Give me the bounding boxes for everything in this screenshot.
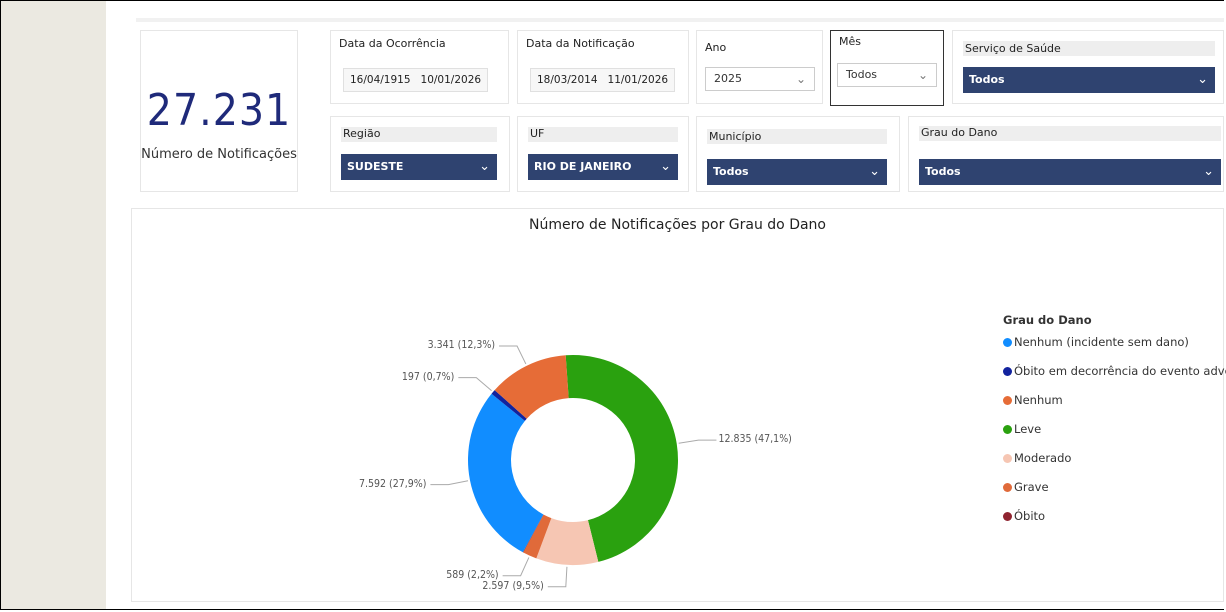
- legend-item[interactable]: Óbito: [1003, 509, 1045, 523]
- filter-title: Município: [709, 130, 762, 143]
- dropdown-value: Todos: [846, 68, 878, 81]
- data-label-2: 589 (2,2%): [446, 568, 499, 581]
- header-bar: [528, 127, 678, 142]
- legend-item[interactable]: Leve: [1003, 422, 1041, 436]
- filter-data-ocorrencia: Data da Ocorrência 16/04/1915 10/01/2026: [330, 30, 509, 104]
- dropdown-value: 2025: [714, 72, 742, 85]
- legend-title: Grau do Dano: [1003, 313, 1092, 327]
- report-canvas: 27.231 Número de Notificações Data da Oc…: [106, 1, 1226, 609]
- mes-dropdown[interactable]: Todos ⌄: [837, 63, 937, 87]
- start-date[interactable]: 18/03/2014: [537, 69, 598, 91]
- legend-dot-icon: [1003, 395, 1012, 405]
- grau-dropdown[interactable]: Todos ⌄: [919, 159, 1221, 185]
- legend-dot-icon: [1003, 366, 1012, 376]
- filter-title: Grau do Dano: [921, 126, 998, 139]
- municipio-dropdown[interactable]: Todos ⌄: [707, 159, 887, 185]
- legend-dot-icon: [1003, 453, 1012, 463]
- filter-ano: Ano 2025 ⌄: [696, 30, 823, 104]
- end-date[interactable]: 10/01/2026: [421, 69, 482, 91]
- regiao-dropdown[interactable]: SUDESTE ⌄: [341, 154, 497, 180]
- filter-title: Serviço de Saúde: [965, 42, 1061, 55]
- chevron-down-icon: ⌄: [795, 72, 806, 86]
- leader-line-0: [678, 439, 717, 444]
- legend-item[interactable]: Óbito em decorrência do evento adverso: [1003, 364, 1226, 378]
- dropdown-value: Todos: [925, 165, 961, 178]
- legend-item[interactable]: Moderado: [1003, 451, 1071, 465]
- filter-grau: Grau do Dano Todos ⌄: [908, 116, 1224, 192]
- chevron-down-icon: ⌄: [869, 164, 880, 179]
- leader-line-6: [499, 345, 527, 365]
- legend-label: Óbito: [1014, 509, 1046, 523]
- filter-title: Região: [343, 127, 381, 140]
- filter-mes: Mês Todos ⌄: [830, 30, 944, 106]
- filter-title: Mês: [839, 35, 861, 48]
- data-label-5: 197 (0,7%): [401, 370, 455, 383]
- chart-card: Número de Notificações por Grau do Dano …: [131, 208, 1226, 602]
- kpi-value: 27.231: [146, 85, 292, 136]
- data-label-4: 7.592 (27,9%): [359, 477, 427, 490]
- legend-dot-icon: [1003, 482, 1012, 492]
- legend-dot-icon: [1003, 424, 1012, 434]
- legend-label: Moderado: [1014, 451, 1072, 465]
- leader-line-5: [458, 377, 492, 392]
- leader-line-1: [547, 566, 568, 588]
- legend-dot-icon: [1003, 511, 1012, 521]
- chevron-down-icon: ⌄: [1197, 72, 1208, 87]
- leader-line-2: [502, 557, 530, 577]
- ano-dropdown[interactable]: 2025 ⌄: [705, 67, 815, 91]
- data-label-0: 12.835 (47,1%): [718, 433, 792, 446]
- dropdown-value: RIO DE JANEIRO: [534, 160, 632, 173]
- legend-label: Óbito em decorrência do evento adverso: [1014, 364, 1226, 378]
- chevron-down-icon: ⌄: [660, 159, 671, 174]
- legend-label: Leve: [1014, 422, 1042, 436]
- date-range-input[interactable]: 16/04/1915 10/01/2026: [343, 68, 489, 92]
- legend-item[interactable]: Nenhum (incidente sem dano): [1003, 335, 1189, 349]
- date-range-input[interactable]: 18/03/2014 11/01/2026: [530, 68, 676, 92]
- left-panel: [1, 1, 106, 609]
- legend-label: Nenhum: [1014, 393, 1063, 407]
- legend-item[interactable]: Nenhum: [1003, 393, 1063, 407]
- filter-title: UF: [530, 127, 545, 140]
- donut-slice-4[interactable]: [468, 393, 544, 553]
- filter-title: Data da Ocorrência: [339, 37, 446, 50]
- chevron-down-icon: ⌄: [917, 68, 928, 82]
- filter-title: Data da Notificação: [526, 37, 635, 50]
- filter-municipio: Município Todos ⌄: [696, 116, 900, 192]
- uf-dropdown[interactable]: RIO DE JANEIRO ⌄: [528, 154, 678, 180]
- top-rule: [136, 18, 1224, 22]
- legend-item[interactable]: Grave: [1003, 480, 1049, 494]
- filter-data-notificacao: Data da Notificação 18/03/2014 11/01/202…: [517, 30, 689, 104]
- dropdown-value: Todos: [969, 73, 1005, 86]
- data-label-6: 3.341 (12,3%): [427, 338, 496, 351]
- kpi-card: 27.231 Número de Notificações: [140, 30, 298, 192]
- servico-dropdown[interactable]: Todos ⌄: [963, 67, 1215, 93]
- dropdown-value: Todos: [713, 165, 749, 178]
- filter-uf: UF RIO DE JANEIRO ⌄: [517, 116, 689, 192]
- filter-regiao: Região SUDESTE ⌄: [330, 116, 510, 192]
- filter-title: Ano: [705, 41, 727, 54]
- legend-label: Nenhum (incidente sem dano): [1014, 335, 1189, 349]
- chevron-down-icon: ⌄: [1203, 164, 1214, 179]
- legend-dot-icon: [1003, 337, 1012, 347]
- leader-line-4: [430, 480, 469, 486]
- chevron-down-icon: ⌄: [479, 159, 490, 174]
- kpi-label: Número de Notificações: [141, 147, 297, 162]
- filter-servico: Serviço de Saúde Todos ⌄: [952, 30, 1224, 104]
- data-label-1: 2.597 (9,5%): [482, 579, 544, 592]
- dropdown-value: SUDESTE: [347, 160, 404, 173]
- start-date[interactable]: 16/04/1915: [350, 69, 411, 91]
- legend-label: Grave: [1014, 480, 1049, 494]
- end-date[interactable]: 11/01/2026: [608, 69, 669, 91]
